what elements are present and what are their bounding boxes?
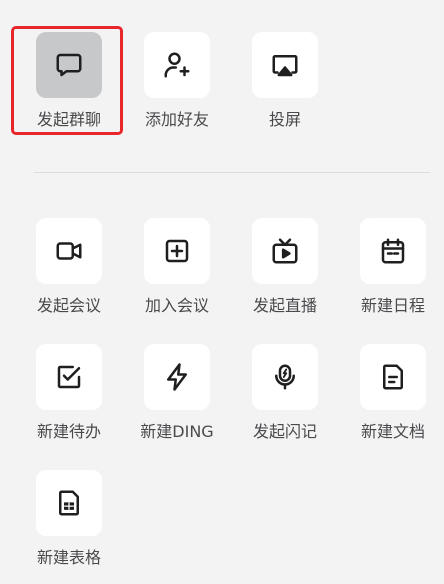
- video-camera-icon: [56, 242, 82, 260]
- add-friend-label: 添加好友: [144, 110, 209, 129]
- start-live-label: 发起直播: [252, 296, 317, 315]
- action-new-schedule[interactable]: 新建日程: [340, 210, 440, 325]
- section-divider: [34, 172, 430, 173]
- screen-cast-icon: [272, 55, 298, 77]
- start-group-chat-label: 发起群聊: [36, 110, 101, 129]
- new-schedule-label: 新建日程: [360, 296, 425, 315]
- new-todo-label: 新建待办: [36, 422, 101, 441]
- new-todo-button[interactable]: [36, 344, 102, 410]
- action-screen-cast[interactable]: 投屏: [232, 24, 332, 139]
- action-start-meeting[interactable]: 发起会议: [16, 210, 116, 325]
- start-flash-note-button[interactable]: [252, 344, 318, 410]
- add-user-icon: [164, 52, 190, 78]
- join-meeting-label: 加入会议: [144, 296, 209, 315]
- screen-cast-label: 投屏: [268, 110, 301, 129]
- new-spreadsheet-button[interactable]: [36, 470, 102, 536]
- start-meeting-label: 发起会议: [36, 296, 101, 315]
- action-new-ding[interactable]: 新建DING: [124, 336, 224, 451]
- start-live-button[interactable]: [252, 218, 318, 284]
- screen-cast-button[interactable]: [252, 32, 318, 98]
- action-start-flash-note[interactable]: 发起闪记: [232, 336, 332, 451]
- action-new-todo[interactable]: 新建待办: [16, 336, 116, 451]
- new-spreadsheet-label: 新建表格: [36, 548, 101, 567]
- start-meeting-button[interactable]: [36, 218, 102, 284]
- join-meeting-button[interactable]: [144, 218, 210, 284]
- lightning-icon: [167, 363, 187, 391]
- chat-bubble-icon: [56, 53, 82, 77]
- action-new-spreadsheet[interactable]: 新建表格: [16, 462, 116, 577]
- plus-square-icon: [165, 239, 189, 263]
- add-friend-button[interactable]: [144, 32, 210, 98]
- mic-flash-icon: [275, 364, 295, 390]
- action-new-document[interactable]: 新建文档: [340, 336, 440, 451]
- start-flash-note-label: 发起闪记: [252, 422, 317, 441]
- new-schedule-button[interactable]: [360, 218, 426, 284]
- new-document-button[interactable]: [360, 344, 426, 410]
- new-document-label: 新建文档: [360, 422, 425, 441]
- document-icon: [383, 364, 403, 390]
- action-join-meeting[interactable]: 加入会议: [124, 210, 224, 325]
- spreadsheet-icon: [59, 490, 79, 516]
- new-ding-button[interactable]: [144, 344, 210, 410]
- action-start-group-chat[interactable]: 发起群聊: [16, 24, 116, 139]
- live-tv-icon: [272, 238, 298, 264]
- checkbox-icon: [57, 365, 81, 389]
- action-add-friend[interactable]: 添加好友: [124, 24, 224, 139]
- new-ding-label: 新建DING: [140, 422, 214, 441]
- action-start-live[interactable]: 发起直播: [232, 210, 332, 325]
- start-group-chat-button[interactable]: [36, 32, 102, 98]
- calendar-icon: [381, 238, 405, 264]
